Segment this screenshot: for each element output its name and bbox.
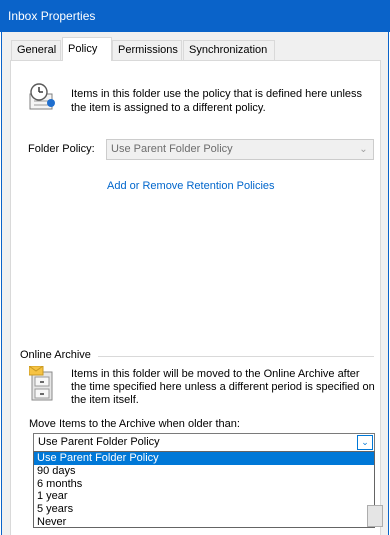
- section-divider: [98, 356, 374, 357]
- properties-dialog: General Policy Permissions Synchronizati…: [1, 32, 389, 535]
- online-archive-section-title: Online Archive: [20, 349, 91, 361]
- dropdown-option-6-months[interactable]: 6 months: [34, 478, 374, 491]
- archive-info-text: Items in this folder will be moved to th…: [71, 368, 375, 406]
- retention-policy-icon: [29, 83, 55, 110]
- tab-synchronization[interactable]: Synchronization: [183, 40, 275, 60]
- folder-policy-label: Folder Policy:: [28, 143, 95, 155]
- policy-panel: Items in this folder use the policy that…: [10, 60, 381, 535]
- tab-policy[interactable]: Policy: [62, 37, 112, 61]
- tab-permissions[interactable]: Permissions: [112, 40, 182, 60]
- archive-age-dropdown-list: Use Parent Folder Policy 90 days 6 month…: [33, 451, 375, 528]
- dropdown-option-1-year[interactable]: 1 year: [34, 490, 374, 503]
- chevron-down-icon: ⌄: [359, 144, 368, 155]
- archive-age-select[interactable]: Use Parent Folder Policy ⌄: [33, 433, 375, 452]
- retention-policies-link[interactable]: Add or Remove Retention Policies: [107, 180, 275, 192]
- folder-policy-value: Use Parent Folder Policy: [111, 143, 233, 155]
- dropdown-option-5-years[interactable]: 5 years: [34, 503, 374, 516]
- policy-info-text: Items in this folder use the policy that…: [71, 88, 363, 114]
- partially-hidden-button[interactable]: [367, 505, 383, 527]
- folder-policy-select: Use Parent Folder Policy ⌄: [106, 139, 374, 160]
- dropdown-option-parent-policy[interactable]: Use Parent Folder Policy: [34, 452, 374, 465]
- title-bar: Inbox Properties: [0, 0, 390, 32]
- tab-general[interactable]: General: [11, 40, 61, 60]
- archive-age-value: Use Parent Folder Policy: [38, 436, 160, 448]
- archive-age-label: Move Items to the Archive when older tha…: [29, 418, 240, 430]
- window-title: Inbox Properties: [8, 9, 96, 23]
- chevron-down-icon[interactable]: ⌄: [357, 435, 373, 450]
- dropdown-option-never[interactable]: Never: [34, 516, 374, 529]
- dropdown-option-90-days[interactable]: 90 days: [34, 465, 374, 478]
- archive-cabinet-icon: [29, 366, 53, 401]
